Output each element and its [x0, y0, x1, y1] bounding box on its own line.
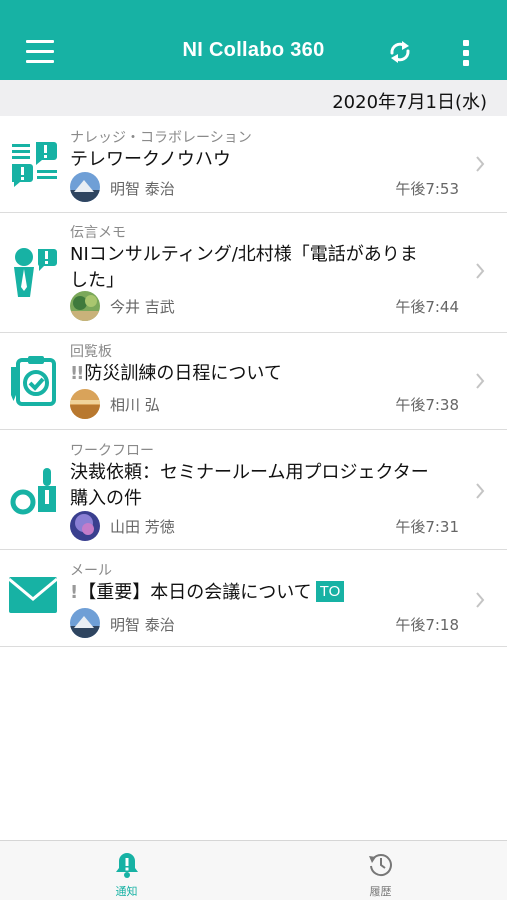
tab-label: 通知 [115, 885, 138, 898]
chevron-right-icon [476, 263, 485, 279]
more-vertical-icon[interactable] [460, 40, 472, 66]
notification-list: ナレッジ・コラボレーション テレワークノウハウ 明智 泰治 午後7:53 伝言メ… [0, 116, 507, 647]
item-time: 午後7:31 [395, 518, 459, 536]
workflow-stamp-icon [10, 466, 58, 516]
item-sender: 山田 芳徳 [110, 518, 175, 536]
item-subject-line2: 購入の件 [70, 488, 142, 509]
avatar [70, 608, 100, 638]
app-title: NI Collabo 360 [182, 39, 325, 61]
item-category: メール [70, 563, 112, 579]
item-subject: ! 【重要】本日の会議について TO [70, 580, 465, 606]
notification-item-knowledge[interactable]: ナレッジ・コラボレーション テレワークノウハウ 明智 泰治 午後7:53 [0, 116, 507, 213]
item-category: ナレッジ・コラボレーション [70, 130, 252, 146]
notification-item-memo[interactable]: 伝言メモ NIコンサルティング/北村様「電話がありま した」 今井 吉武 午後7… [0, 213, 507, 333]
item-subject-text: 【重要】本日の会議について [78, 582, 312, 603]
item-subject-line1: NIコンサルティング/北村様「電話がありま [70, 244, 418, 265]
avatar [70, 511, 100, 541]
item-subject: テレワークノウハウ [70, 149, 231, 170]
item-sender: 明智 泰治 [110, 180, 175, 198]
item-category: 回覧板 [70, 344, 112, 360]
mail-envelope-icon [8, 573, 59, 617]
tab-history[interactable]: 履歴 [254, 841, 507, 900]
avatar [70, 291, 100, 321]
knowledge-collaboration-icon [10, 140, 58, 188]
tab-label: 履歴 [369, 885, 392, 898]
item-category: ワークフロー [70, 443, 154, 459]
item-time: 午後7:44 [395, 298, 459, 316]
chevron-right-icon [476, 483, 485, 499]
circular-board-icon [10, 355, 58, 407]
item-subject: !! 防災訓練の日程について [70, 361, 465, 387]
item-category: 伝言メモ [70, 225, 126, 241]
date-bar: 2020年7月1日(水) [0, 80, 507, 116]
item-time: 午後7:18 [395, 616, 459, 634]
current-date: 2020年7月1日(水) [332, 92, 487, 113]
item-time: 午後7:38 [395, 396, 459, 414]
message-memo-icon [10, 247, 58, 299]
item-sender: 明智 泰治 [110, 616, 175, 634]
bottom-tab-bar: 通知 履歴 [0, 840, 507, 900]
to-badge: TO [315, 581, 345, 602]
chevron-right-icon [476, 156, 485, 172]
item-subject-line2: した」 [70, 270, 124, 291]
item-sender: 今井 吉武 [110, 298, 175, 316]
avatar [70, 172, 100, 202]
item-subject-text: 防災訓練の日程について [84, 363, 282, 384]
priority-mark: ! [70, 582, 78, 603]
chevron-right-icon [476, 592, 485, 608]
item-sender: 相川 弘 [110, 396, 160, 414]
chevron-right-icon [476, 373, 485, 389]
notification-item-mail[interactable]: メール ! 【重要】本日の会議について TO 明智 泰治 午後7:18 [0, 550, 507, 647]
notification-item-circular[interactable]: 回覧板 !! 防災訓練の日程について 相川 弘 午後7:38 [0, 333, 507, 430]
item-subject-line1: 決裁依頼：セミナールーム用プロジェクター [70, 462, 429, 483]
notification-item-workflow[interactable]: ワークフロー 決裁依頼：セミナールーム用プロジェクター 購入の件 山田 芳徳 午… [0, 430, 507, 550]
item-time: 午後7:53 [395, 180, 459, 198]
tab-notifications[interactable]: 通知 [0, 841, 253, 900]
refresh-icon[interactable] [386, 38, 414, 66]
app-header: NI Collabo 360 [0, 0, 507, 80]
history-clock-icon [369, 854, 392, 877]
item-subject: NIコンサルティング/北村様「電話がありま した」 [70, 242, 465, 294]
notification-bell-icon [116, 853, 138, 878]
item-subject: 決裁依頼：セミナールーム用プロジェクター 購入の件 [70, 460, 465, 512]
avatar [70, 389, 100, 419]
priority-mark: !! [70, 363, 84, 384]
